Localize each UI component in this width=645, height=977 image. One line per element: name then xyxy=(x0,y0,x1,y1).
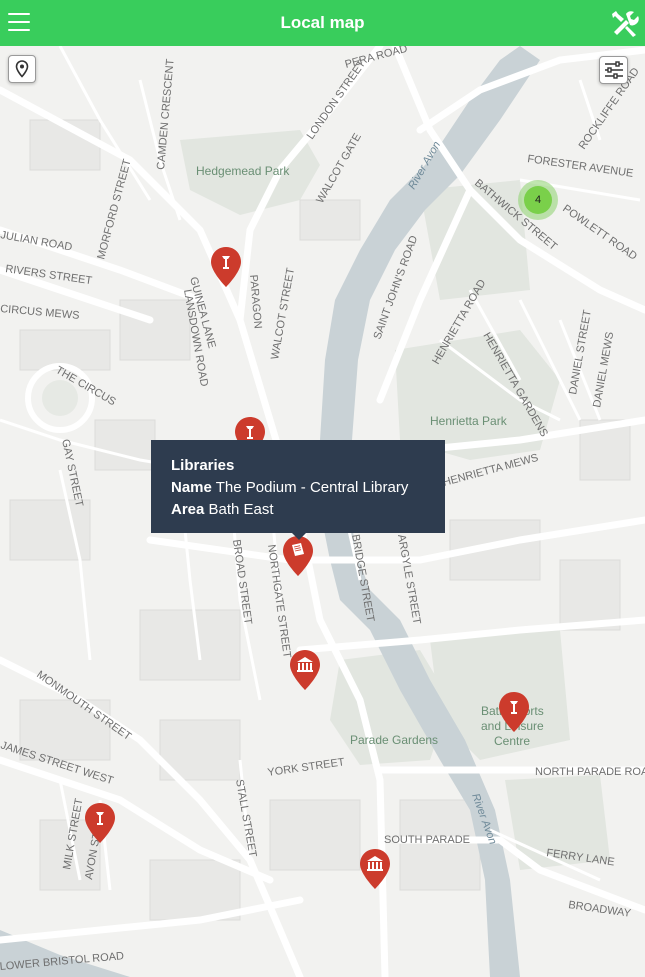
label-hedgemead-park: Hedgemead Park xyxy=(196,164,290,178)
marker-cluster[interactable]: 4 xyxy=(518,180,558,220)
label-centre: Centre xyxy=(494,734,530,748)
label-north-parade-road: NORTH PARADE ROAD xyxy=(535,766,645,778)
museum-marker[interactable] xyxy=(359,848,391,890)
map-canvas[interactable]: Hedgemead Park Henrietta Park Parade Gar… xyxy=(0,46,645,977)
label-henrietta-park: Henrietta Park xyxy=(430,414,508,428)
marker-tooltip: Libraries Name The Podium - Central Libr… xyxy=(151,440,445,540)
app-header: Local map xyxy=(0,0,645,46)
monument-marker[interactable] xyxy=(210,246,242,288)
cluster-count: 4 xyxy=(524,186,552,214)
library-marker[interactable] xyxy=(282,535,314,577)
tooltip-name-value: The Podium - Central Library xyxy=(215,479,409,496)
sliders-icon xyxy=(604,61,623,79)
tooltip-category: Libraries xyxy=(171,457,235,474)
hamburger-menu-icon[interactable] xyxy=(8,13,30,31)
tools-icon[interactable] xyxy=(611,8,639,38)
tooltip-area-value: Bath East xyxy=(208,501,274,518)
label-south-parade: SOUTH PARADE xyxy=(384,834,470,846)
tooltip-caret xyxy=(292,533,306,540)
monument-marker[interactable] xyxy=(498,691,530,733)
page-title: Local map xyxy=(280,13,365,32)
tooltip-name-label: Name xyxy=(171,479,212,496)
tooltip-area-label: Area xyxy=(171,501,205,518)
museum-marker[interactable] xyxy=(289,649,321,691)
label-parade-gardens: Parade Gardens xyxy=(350,733,438,747)
locate-button[interactable] xyxy=(8,55,36,83)
monument-marker[interactable] xyxy=(84,802,116,844)
map-pin-icon xyxy=(15,60,29,78)
filter-button[interactable] xyxy=(599,56,628,84)
